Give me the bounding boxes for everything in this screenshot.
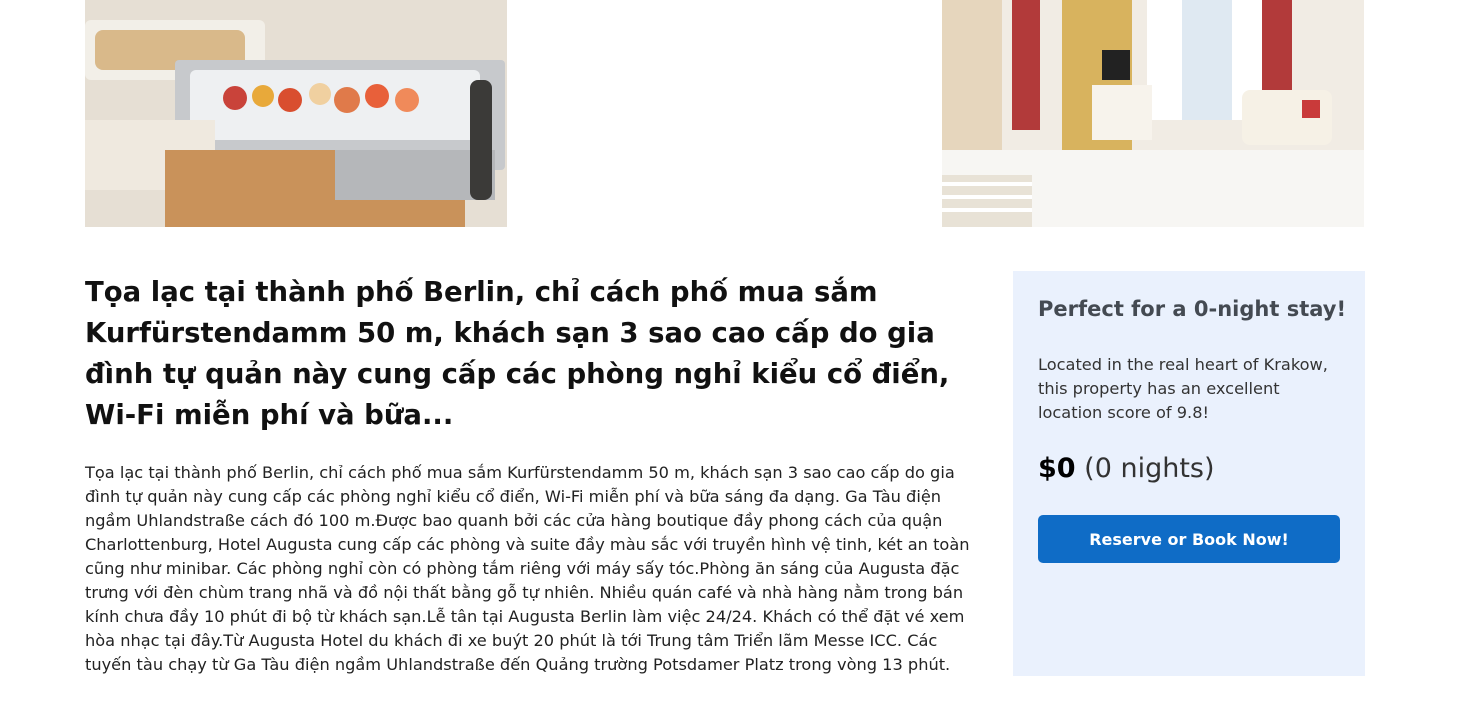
booking-card-text: Located in the real heart of Krakow, thi…	[1038, 355, 1328, 422]
price-line: $0 (0 nights)	[1038, 453, 1215, 484]
booking-card: Perfect for a 0-night stay! Located in t…	[1013, 271, 1365, 676]
breakfast-buffet-photo	[85, 0, 507, 227]
property-description: Tọa lạc tại thành phố Berlin, chỉ cách p…	[85, 463, 970, 674]
property-headline: Tọa lạc tại thành phố Berlin, chỉ cách p…	[85, 276, 950, 431]
price-amount: $0	[1038, 453, 1076, 484]
booking-card-title: Perfect for a 0-night stay!	[1038, 297, 1347, 321]
hotel-room-photo	[942, 0, 1364, 227]
reserve-button[interactable]: Reserve or Book Now!	[1038, 515, 1340, 563]
price-nights: (0 nights)	[1084, 453, 1215, 484]
